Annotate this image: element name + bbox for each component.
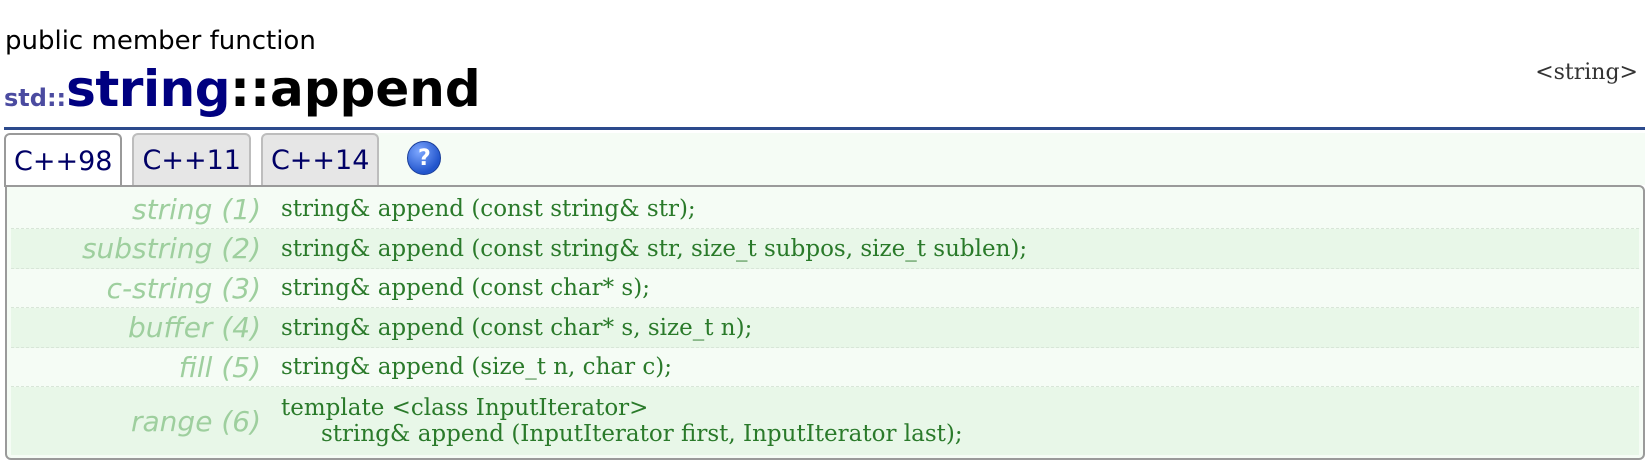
overload-label: range (6) bbox=[131, 404, 261, 438]
overload-row: fill (5) string& append (size_t n, char … bbox=[11, 348, 1639, 387]
overload-label: string (1) bbox=[132, 192, 261, 226]
overload-label: fill (5) bbox=[178, 350, 261, 384]
overload-signature: string& append (const char* s, size_t n)… bbox=[281, 308, 752, 347]
signature-line: string& append (const string& str); bbox=[281, 196, 696, 222]
member-kind-label: public member function bbox=[5, 26, 316, 56]
signature-line: string& append (const string& str, size_… bbox=[281, 235, 1028, 262]
signature-line: string& append (size_t n, char c); bbox=[281, 354, 672, 380]
overload-row: substring (2) string& append (const stri… bbox=[11, 229, 1639, 269]
signature-line: string& append (InputIterator first, Inp… bbox=[321, 421, 963, 447]
overload-row: c-string (3) string& append (const char*… bbox=[11, 269, 1639, 308]
title-divider bbox=[4, 127, 1645, 130]
signature-line: string& append (const char* s); bbox=[281, 275, 650, 301]
overload-signature: template <class InputIterator> string& a… bbox=[281, 387, 963, 455]
function-name: append bbox=[270, 60, 481, 118]
tab-cpp14[interactable]: C++14 bbox=[260, 133, 380, 185]
overload-row: buffer (4) string& append (const char* s… bbox=[11, 308, 1639, 348]
overload-label: substring (2) bbox=[81, 232, 261, 265]
page-title: std::string::append bbox=[4, 60, 481, 118]
tab-cpp11[interactable]: C++11 bbox=[132, 133, 251, 185]
overload-signature: string& append (size_t n, char c); bbox=[281, 348, 672, 386]
overloads-panel: string (1) string& append (const string&… bbox=[5, 185, 1645, 460]
help-icon[interactable]: ? bbox=[407, 141, 442, 175]
signature-line: template <class InputIterator> bbox=[281, 395, 649, 421]
namespace-prefix: std:: bbox=[4, 84, 67, 112]
overload-row: range (6) template <class InputIterator>… bbox=[11, 387, 1639, 455]
scope-separator: :: bbox=[230, 60, 270, 118]
overload-label: buffer (4) bbox=[127, 311, 261, 344]
overload-signature: string& append (const string& str, size_… bbox=[281, 229, 1027, 268]
header-file-link[interactable]: <string> bbox=[1535, 60, 1638, 85]
overload-label: c-string (3) bbox=[106, 271, 261, 305]
version-tabs: C++98 C++11 C++14 ? bbox=[4, 133, 442, 187]
overload-signature: string& append (const string& str); bbox=[281, 190, 696, 228]
tab-cpp98[interactable]: C++98 bbox=[4, 133, 123, 187]
class-name-link[interactable]: string bbox=[66, 60, 230, 118]
overload-row: string (1) string& append (const string&… bbox=[11, 190, 1639, 229]
signature-line: string& append (const char* s, size_t n)… bbox=[281, 314, 753, 341]
tabstrip-background bbox=[363, 133, 1645, 185]
overload-signature: string& append (const char* s); bbox=[281, 269, 650, 307]
